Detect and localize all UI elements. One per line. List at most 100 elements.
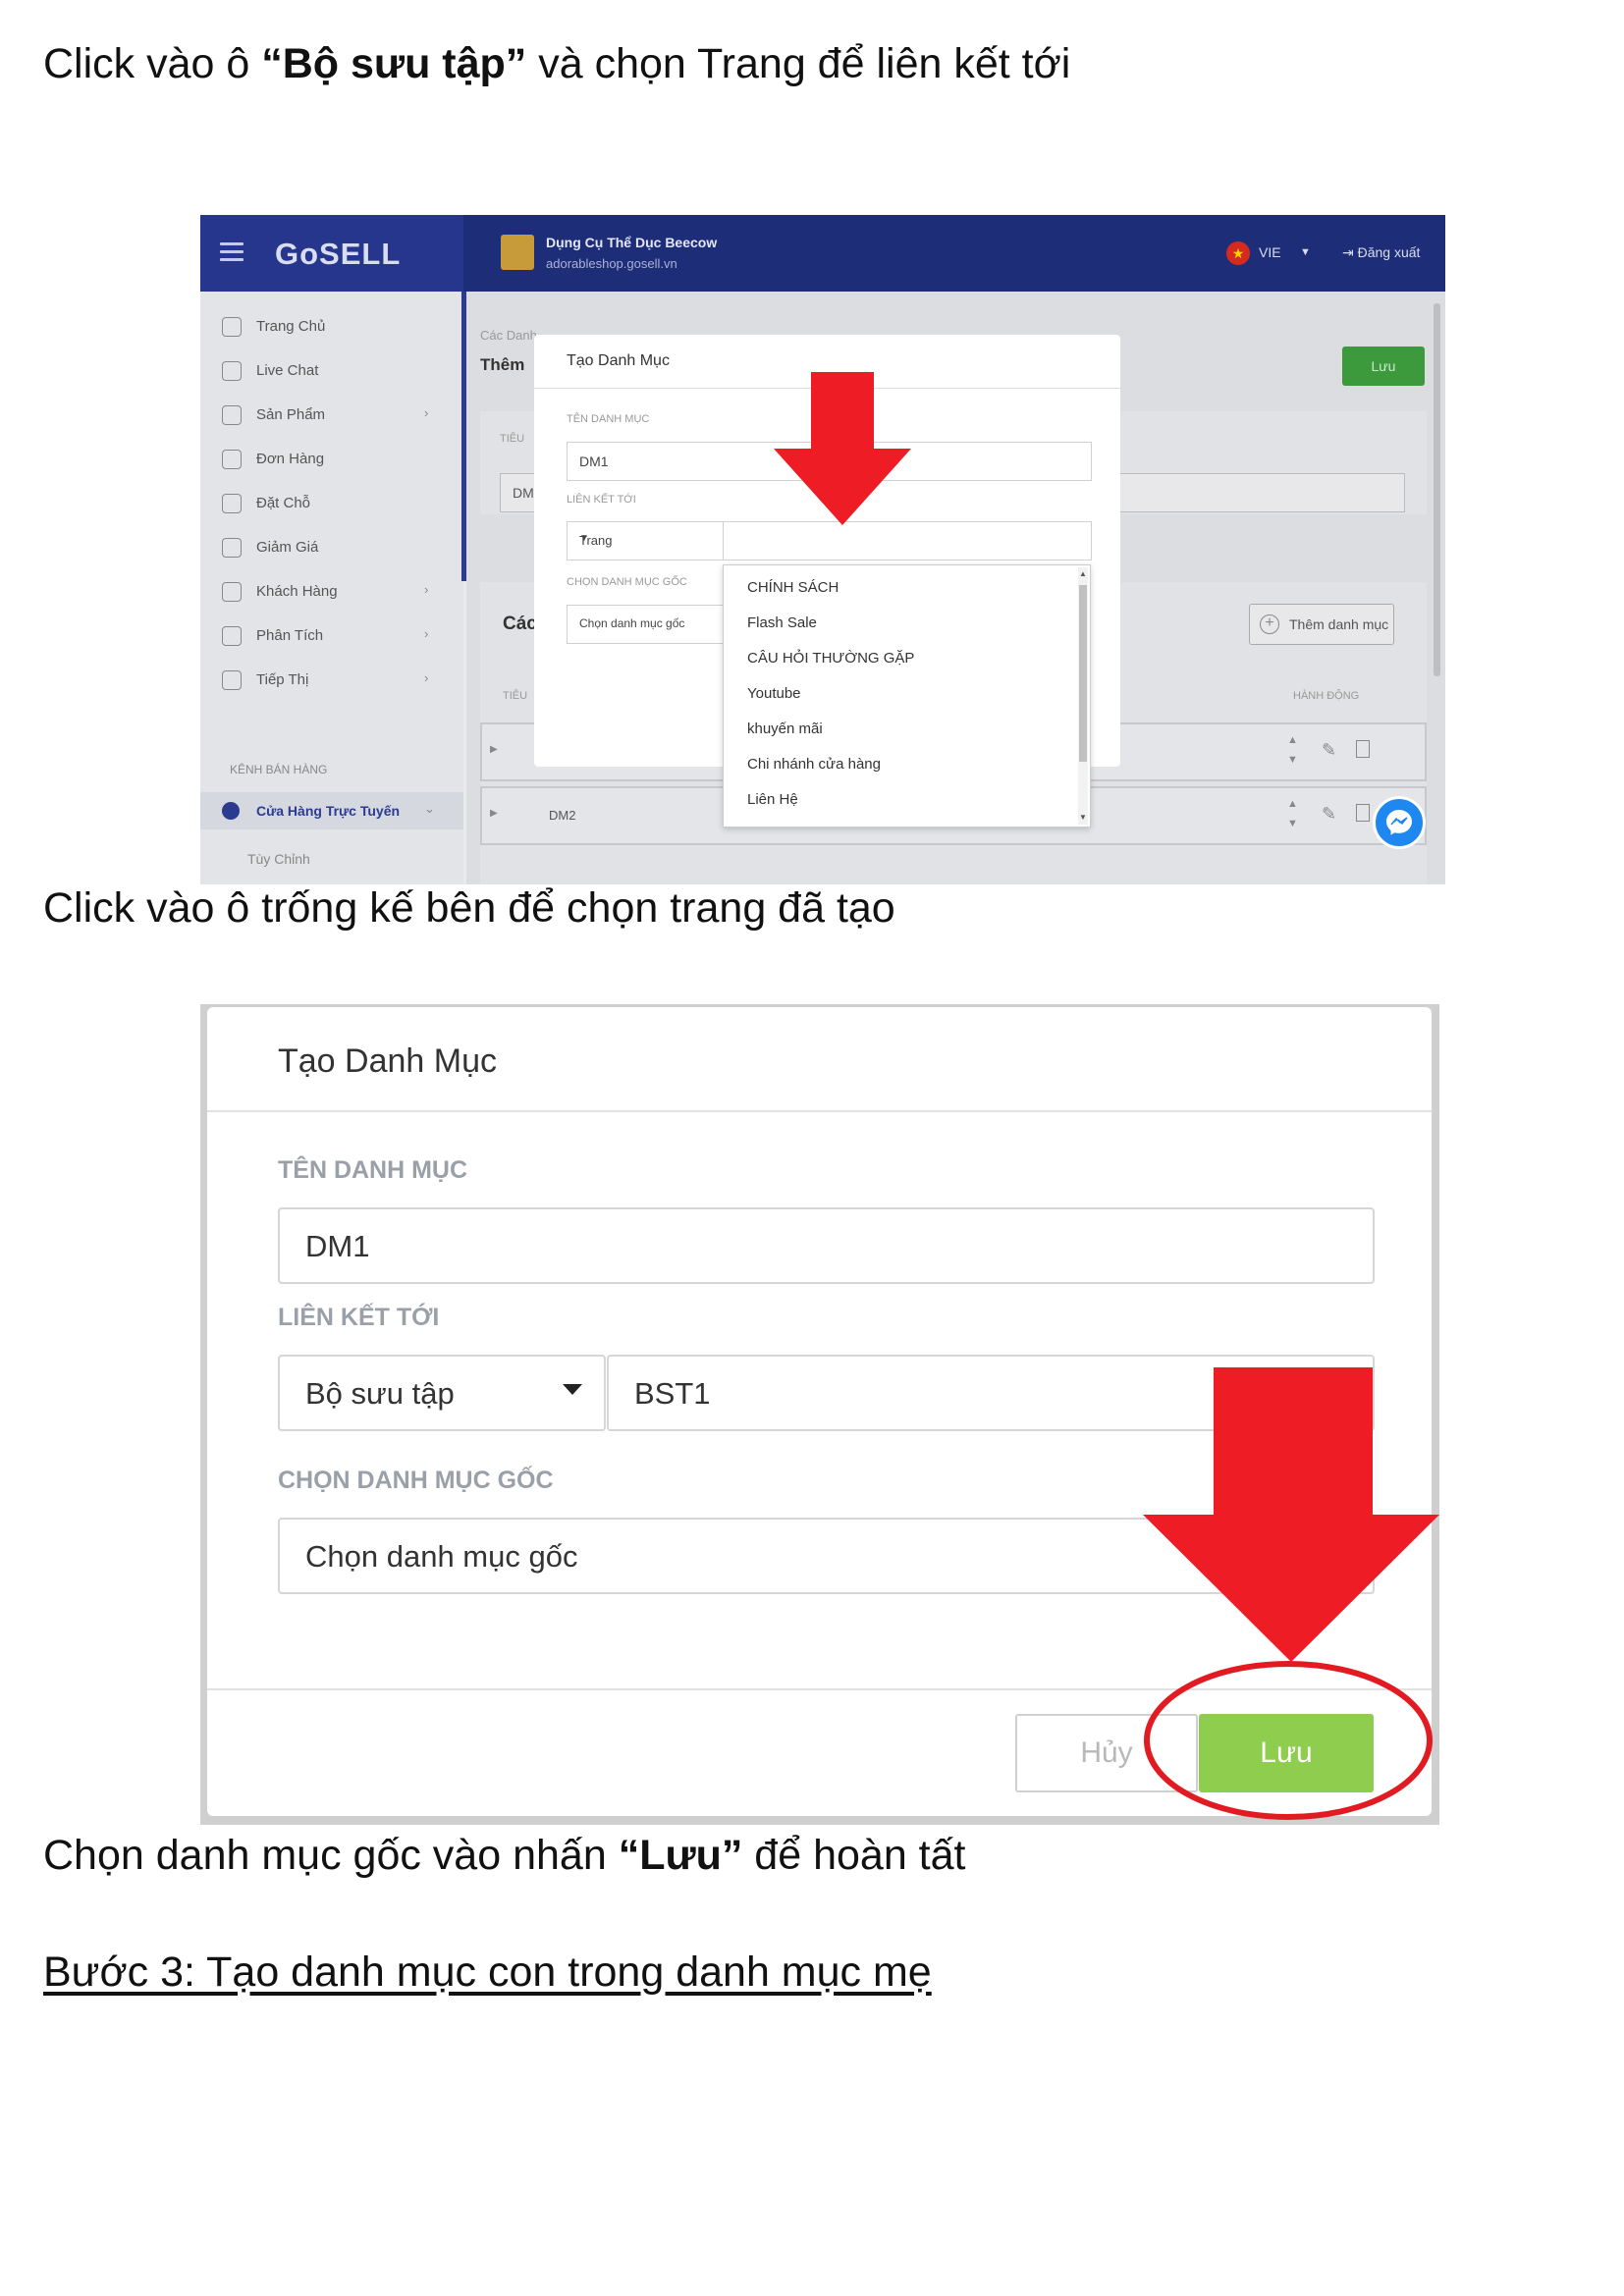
gosell-logo: GoSELL [275, 237, 402, 271]
screenshot-create-category-save: Tạo Danh Mục TÊN DANH MỤC DM1 LIÊN KẾT T… [200, 1004, 1439, 1825]
link-label: LIÊN KẾT TỚI [278, 1304, 440, 1331]
reorder-icon[interactable]: ▲ ▼ [1287, 730, 1298, 770]
sidebar-item-orders[interactable]: Đơn Hàng [200, 450, 463, 494]
screenshot-create-category-link-page: GoSELL Dụng Cụ Thể Dục Beecow adorablesh… [200, 215, 1445, 884]
expand-icon[interactable]: ▶ [490, 808, 498, 819]
red-arrow-down-icon [774, 372, 911, 525]
column-header-action: HÀNH ĐỘNG [1293, 690, 1360, 702]
edit-icon[interactable]: ✎ [1322, 804, 1336, 825]
p3-bold: “Lưu” [618, 1832, 743, 1879]
column-header-title: TIÊU [503, 690, 528, 702]
dropdown-option[interactable]: Flash Sale [747, 614, 817, 631]
tag-icon [222, 405, 242, 425]
modal-divider [207, 1110, 1432, 1112]
title-input-value: DM [513, 485, 534, 501]
link-label: LIÊN KẾT TỚI [567, 494, 636, 506]
trash-icon[interactable] [1356, 804, 1370, 822]
expand-icon[interactable]: ▶ [490, 744, 498, 755]
link-type-select[interactable]: Trang ▼ [567, 521, 724, 561]
add-category-button[interactable]: + Thêm danh mục [1249, 604, 1394, 645]
sidebar-item-label: Trang Chủ [256, 318, 326, 335]
hamburger-icon[interactable] [220, 242, 244, 262]
sidebar-item-analytics[interactable]: Phân Tích › [200, 626, 463, 670]
caret-down-icon [563, 1384, 582, 1395]
save-button[interactable]: Lưu [1342, 347, 1425, 386]
chevron-right-icon: › [424, 405, 429, 420]
chat-icon [222, 361, 242, 381]
sidebar-item-label: Sản Phẩm [256, 406, 326, 423]
sidebar-item-label: Khách Hàng [256, 583, 338, 600]
logout-link[interactable]: ⇥ Đăng xuất [1342, 244, 1420, 261]
scroll-down-icon[interactable]: ▼ [1078, 813, 1088, 822]
row-name: DM2 [549, 808, 576, 823]
sidebar-item-discounts[interactable]: Giảm Giá [200, 538, 463, 582]
sidebar-item-label: Giảm Giá [256, 539, 319, 556]
sidebar-item-online-store[interactable]: Cửa Hàng Trực Tuyến ⌄ [200, 792, 463, 829]
dropdown-option[interactable]: CHÍNH SÁCH [747, 579, 839, 596]
p1-text-end: và chọn Trang để liên kết tới [526, 40, 1071, 87]
reorder-icon[interactable]: ▲ ▼ [1287, 794, 1298, 833]
name-input[interactable]: DM1 [278, 1207, 1375, 1284]
p1-text: Click vào ô [43, 40, 262, 87]
sidebar-item-label: Đặt Chỗ [256, 495, 311, 511]
sidebar-item-marketing[interactable]: Tiếp Thị › [200, 670, 463, 715]
dropdown-scrollbar[interactable]: ▲ ▼ [1078, 567, 1088, 825]
name-value: DM1 [579, 454, 609, 469]
sidebar-item-live-chat[interactable]: Live Chat [200, 361, 463, 405]
dropdown-option[interactable]: Youtube [747, 685, 801, 702]
sidebar-item-label: Đơn Hàng [256, 451, 325, 467]
dropdown-option[interactable]: Chi nhánh cửa hàng [747, 756, 881, 773]
vietnam-flag-icon[interactable]: ★ [1226, 241, 1250, 265]
chevron-right-icon: › [424, 582, 429, 597]
home-icon [222, 317, 242, 337]
scroll-up-icon[interactable]: ▲ [1078, 569, 1088, 578]
link-type-select[interactable]: Bộ sưu tập [278, 1355, 606, 1431]
sidebar-item-home[interactable]: Trang Chủ [200, 317, 463, 361]
link-target-value: BST1 [634, 1376, 711, 1411]
bulb-icon [222, 670, 242, 690]
sidebar-item-customize[interactable]: Tùy Chỉnh [247, 851, 310, 867]
modal-title: Tạo Danh Mục [567, 352, 670, 369]
root-category-select[interactable]: Chọn danh mục gốc [567, 605, 724, 644]
dropdown-option[interactable]: Liên Hệ [747, 791, 798, 808]
page-scrollbar[interactable] [1434, 303, 1440, 676]
sidebar-item-label: Cửa Hàng Trực Tuyến [256, 803, 401, 819]
sidebar-item-reservations[interactable]: Đặt Chỗ [200, 494, 463, 538]
logout-icon: ⇥ [1342, 244, 1358, 260]
sidebar-item-products[interactable]: Sản Phẩm › [200, 405, 463, 450]
name-label: TÊN DANH MỤC [278, 1156, 468, 1184]
p3-text: Chọn danh mục gốc vào nhấn [43, 1832, 619, 1879]
name-label: TÊN DANH MỤC [567, 413, 650, 425]
page-title: Thêm [480, 355, 525, 374]
sidebar-item-customers[interactable]: Khách Hàng › [200, 582, 463, 626]
chevron-right-icon: › [424, 670, 429, 685]
sidebar-item-label: Phân Tích [256, 627, 324, 644]
caret-down-icon: ▼ [579, 533, 589, 544]
edit-icon[interactable]: ✎ [1322, 740, 1336, 761]
modal-title: Tạo Danh Mục [278, 1042, 497, 1080]
chart-icon [222, 626, 242, 646]
root-label: CHỌN DANH MỤC GỐC [278, 1467, 554, 1494]
p3-text-end: để hoàn tất [742, 1832, 966, 1879]
trash-icon[interactable] [1356, 740, 1370, 758]
root-placeholder: Chọn danh mục gốc [579, 616, 685, 630]
language-selector[interactable]: VIE [1259, 244, 1281, 260]
logout-label: Đăng xuất [1357, 244, 1421, 260]
messenger-icon[interactable] [1373, 796, 1426, 849]
sidebar-item-label: Tiếp Thị [256, 671, 309, 688]
root-label: CHỌN DANH MỤC GỐC [567, 576, 687, 588]
red-circle-highlight [1144, 1661, 1433, 1820]
step-3-heading: Bước 3: Tạo danh mục con trong danh mục … [43, 1949, 932, 1996]
dropdown-option[interactable]: khuyến mãi [747, 721, 823, 737]
name-value: DM1 [305, 1229, 370, 1263]
red-arrow-down-icon [1143, 1367, 1439, 1662]
brand-area: GoSELL [200, 215, 463, 292]
sidebar-item-label: Live Chat [256, 362, 319, 379]
page-dropdown: CHÍNH SÁCH Flash Sale CÂU HỎI THƯỜNG GẶP… [723, 564, 1091, 828]
dropdown-option[interactable]: CÂU HỎI THƯỜNG GẶP [747, 650, 914, 667]
link-type-value: Bộ sưu tập [305, 1376, 455, 1411]
store-globe-icon [222, 802, 240, 820]
caret-down-icon[interactable]: ▼ [1300, 246, 1311, 258]
orders-icon [222, 450, 242, 469]
link-target-select[interactable] [723, 521, 1092, 561]
